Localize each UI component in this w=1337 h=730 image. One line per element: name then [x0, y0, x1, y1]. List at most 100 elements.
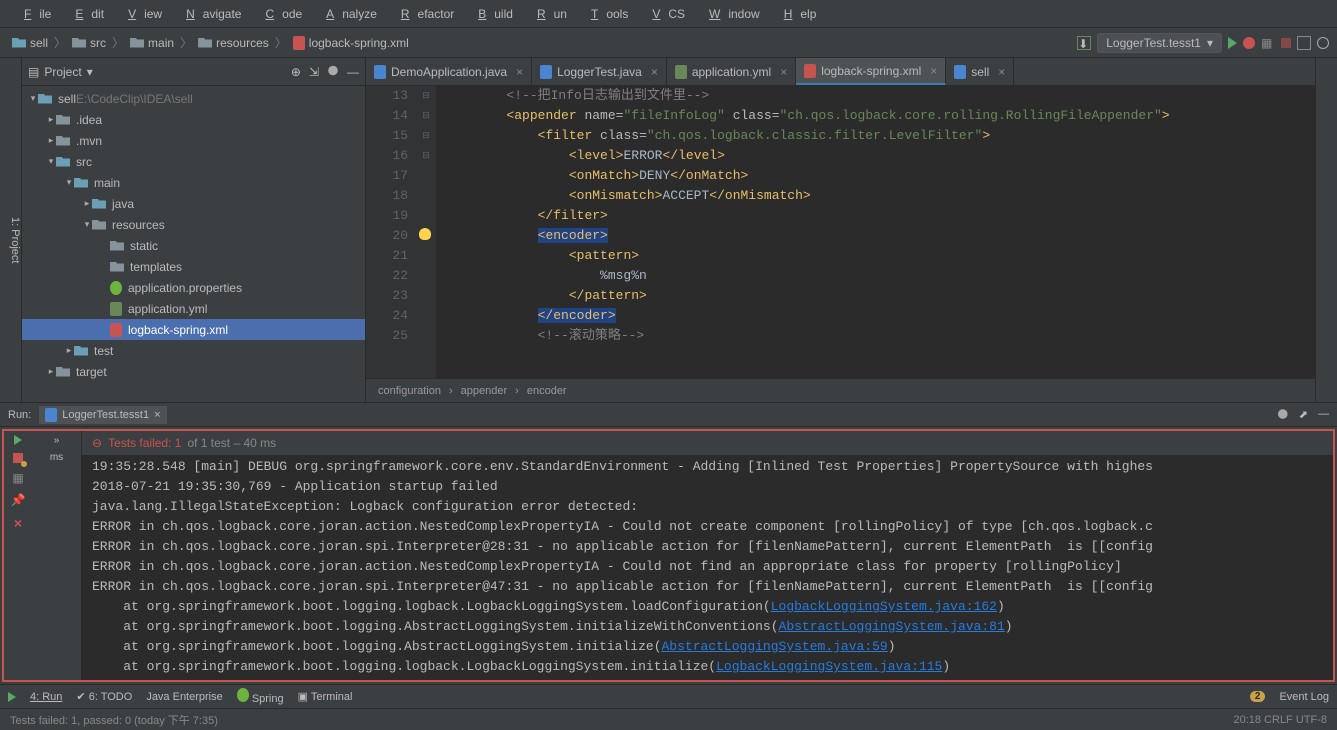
tree-item[interactable]: ▾main [22, 172, 365, 193]
run-button[interactable] [1228, 37, 1237, 49]
tool-tab-jee[interactable]: Java Enterprise [146, 691, 222, 703]
tool-tab-spring[interactable]: Spring [237, 688, 284, 705]
tree-arrow-icon[interactable]: ▾ [64, 177, 74, 188]
menu-view[interactable]: View [112, 3, 170, 25]
tool-tab-event-log[interactable]: Event Log [1279, 691, 1329, 703]
debug-button[interactable] [1243, 37, 1255, 49]
collapse-icon[interactable]: ⇲ [309, 65, 319, 79]
editor-tab[interactable]: LoggerTest.java× [532, 58, 667, 85]
coverage-button[interactable]: ▦ [1261, 36, 1275, 50]
close-icon[interactable]: × [930, 64, 937, 78]
breadcrumb-seg[interactable]: main [126, 34, 178, 52]
stacktrace-link[interactable]: LogbackLoggingSystem.java:115 [716, 659, 942, 674]
menu-help[interactable]: Help [768, 3, 825, 25]
rerun-button[interactable] [14, 435, 22, 445]
tree-label: .idea [76, 113, 102, 127]
tree-arrow-icon[interactable]: ▸ [46, 114, 56, 125]
close-icon[interactable]: × [998, 65, 1005, 79]
menu-analyze[interactable]: Analyze [310, 3, 385, 25]
menu-vcs[interactable]: VCS [636, 3, 693, 25]
hide-icon[interactable]: — [347, 65, 359, 79]
layout-button[interactable] [1297, 36, 1311, 50]
tree-item[interactable]: ▸java [22, 193, 365, 214]
tree-item[interactable]: ▾src [22, 151, 365, 172]
editor-crumb[interactable]: encoder [527, 385, 567, 397]
tree-arrow-icon[interactable]: ▸ [46, 366, 56, 377]
tree-item[interactable]: ▸.mvn [22, 130, 365, 151]
menu-code[interactable]: Code [249, 3, 310, 25]
tree-label: sell [58, 92, 76, 106]
tree-label: target [76, 365, 107, 379]
breadcrumb-seg[interactable]: sell [8, 34, 52, 52]
close-icon[interactable]: × [154, 409, 160, 421]
tree-label: application.yml [128, 302, 207, 316]
stop-button[interactable] [1281, 38, 1291, 48]
tree-item[interactable]: logback-spring.xml [22, 319, 365, 340]
tree-item[interactable]: ▸ target [22, 361, 365, 382]
editor-crumb[interactable]: appender [461, 385, 508, 397]
menu-file[interactable]: File [8, 3, 59, 25]
tree-arrow-icon[interactable]: ▸ [82, 198, 92, 209]
tree-item[interactable]: ▸test [22, 340, 365, 361]
editor-tab[interactable]: DemoApplication.java× [366, 58, 532, 85]
stacktrace-link[interactable]: AbstractLoggingSystem.java:59 [662, 639, 888, 654]
close-icon[interactable]: × [780, 65, 787, 79]
chevron-down-icon[interactable]: ▾ [87, 65, 93, 79]
tree-item[interactable]: application.properties [22, 277, 365, 298]
layout-icon[interactable]: ▦ [12, 471, 23, 485]
code-area[interactable]: <!--把Info日志输出到文件里--> <appender name="fil… [436, 86, 1315, 378]
locate-icon[interactable]: ⊕ [291, 65, 301, 79]
tree-item[interactable]: ▸ .idea [22, 109, 365, 130]
tree-item[interactable]: templates [22, 256, 365, 277]
tree-arrow-icon[interactable]: ▸ [46, 135, 56, 146]
tree-item[interactable]: ▾resources [22, 214, 365, 235]
tree-arrow-icon[interactable]: ▾ [46, 156, 56, 167]
tool-window-project[interactable]: 1: Project [9, 217, 21, 263]
editor-body[interactable]: 13141516171819202122232425 ⊟⊟⊟⊟ <!--把Inf… [366, 86, 1315, 378]
tree-arrow-icon[interactable]: ▸ [64, 345, 74, 356]
breadcrumb-seg[interactable]: resources [194, 34, 273, 52]
search-everywhere-icon[interactable] [1317, 37, 1329, 49]
tree-arrow-icon[interactable]: ▾ [82, 219, 92, 230]
stop-button[interactable] [13, 453, 23, 463]
gear-icon[interactable] [327, 65, 339, 77]
tree-item[interactable]: application.yml [22, 298, 365, 319]
tool-tab-todo[interactable]: ✔ 6: TODO [76, 690, 132, 703]
stacktrace-link[interactable]: AbstractLoggingSystem.java:81 [779, 619, 1005, 634]
pin-icon[interactable]: 📌 [11, 493, 26, 507]
menu-navigate[interactable]: Navigate [170, 3, 249, 25]
editor-crumb[interactable]: configuration [378, 385, 441, 397]
restore-icon[interactable]: ⬈ [1299, 408, 1308, 421]
editor-tab[interactable]: application.yml× [667, 58, 796, 85]
tool-tab-terminal[interactable]: ▣ Terminal [298, 690, 353, 703]
lightbulb-icon[interactable] [419, 228, 431, 240]
menu-window[interactable]: Window [693, 3, 768, 25]
breadcrumb-seg[interactable]: src [68, 34, 110, 52]
build-icon[interactable]: ⬇ [1077, 36, 1091, 50]
console-output[interactable]: 19:35:28.548 [main] DEBUG org.springfram… [82, 455, 1333, 680]
menubar: FileEditViewNavigateCodeAnalyzeRefactorB… [0, 0, 1337, 28]
close-icon[interactable]: × [651, 65, 658, 79]
tree-item[interactable]: static [22, 235, 365, 256]
hide-icon[interactable]: — [1318, 408, 1329, 421]
editor-tab[interactable]: sell× [946, 58, 1014, 85]
breadcrumb-seg[interactable]: logback-spring.xml [289, 34, 413, 52]
menu-refactor[interactable]: Refactor [385, 3, 462, 25]
tool-tab-run[interactable]: 4: Run [30, 691, 62, 703]
menu-tools[interactable]: Tools [575, 3, 636, 25]
tree-arrow-icon[interactable]: ▾ [28, 93, 38, 104]
status-right: 20:18 CRLF UTF-8 [1233, 714, 1327, 726]
menu-edit[interactable]: Edit [59, 3, 112, 25]
folder-icon [198, 38, 212, 48]
project-tree[interactable]: ▾sell E:\CodeClip\IDEA\sell▸.idea▸.mvn▾s… [22, 86, 365, 402]
run-config-selector[interactable]: LoggerTest.tesst1 ▾ [1097, 33, 1222, 53]
gear-icon[interactable] [1277, 408, 1289, 420]
menu-run[interactable]: Run [521, 3, 575, 25]
stacktrace-link[interactable]: LogbackLoggingSystem.java:162 [771, 599, 997, 614]
editor-tab[interactable]: logback-spring.xml× [796, 58, 946, 85]
tree-item[interactable]: ▾sell E:\CodeClip\IDEA\sell [22, 88, 365, 109]
close-icon[interactable]: × [14, 515, 22, 531]
stacktrace-link[interactable]: LoggingApplicationListener.java:303 [747, 679, 1020, 680]
menu-build[interactable]: Build [462, 3, 521, 25]
close-icon[interactable]: × [516, 65, 523, 79]
